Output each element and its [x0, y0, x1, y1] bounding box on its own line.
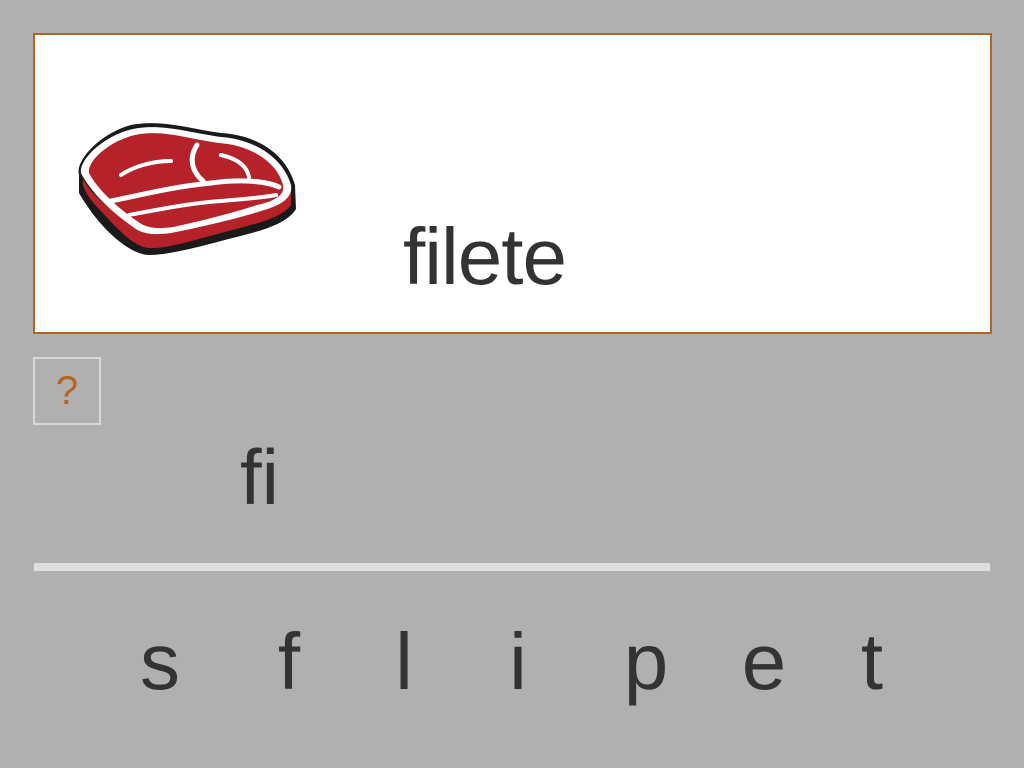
word-card: filete: [33, 33, 992, 334]
hint-button[interactable]: ?: [33, 357, 101, 425]
letter-tile[interactable]: e: [724, 622, 804, 702]
letter-tiles: s f l i p e t: [0, 622, 1024, 712]
letter-tile[interactable]: t: [832, 622, 912, 702]
meat-steak-icon: [78, 123, 296, 255]
letter-tile[interactable]: f: [249, 622, 329, 702]
answer-text: fi: [240, 433, 279, 521]
target-word: filete: [403, 212, 567, 301]
letter-tile[interactable]: s: [120, 622, 200, 702]
letter-tile[interactable]: p: [606, 622, 686, 702]
letter-tile[interactable]: i: [478, 622, 558, 702]
answer-divider: [34, 563, 990, 571]
letter-tile[interactable]: l: [364, 622, 444, 702]
hint-label: ?: [55, 368, 79, 413]
